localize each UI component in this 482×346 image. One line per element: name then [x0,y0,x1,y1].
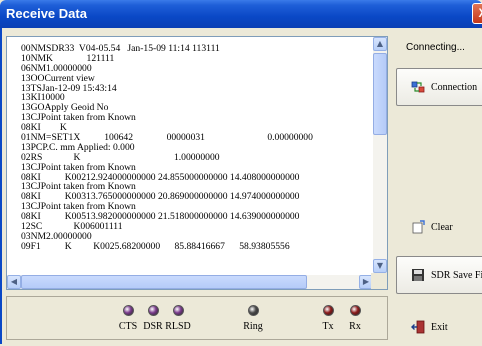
horizontal-scrollbar[interactable]: ◀ ▶ [7,275,373,289]
received-data-line: 09F1 K K0025.68200000 85.88416667 58.938… [21,241,290,252]
window-title: Receive Data [6,6,87,21]
exit-button-label: Exit [431,321,448,333]
tx-led-icon [323,305,334,316]
received-data-line: 06NM1.00000000 [21,63,92,74]
ring-label: Ring [243,321,263,332]
received-data-line: 13PCP.C. mm Applied: 0.000 [21,142,135,153]
received-data-line: 00NMSDR33 V04-05.54 Jan-15-09 11:14 1131… [21,44,220,54]
received-data-line: 10NMK 121111 [21,53,115,64]
close-button[interactable]: X [472,3,482,24]
save-file-button[interactable]: SDR Save File [396,256,482,294]
received-data-textbox[interactable]: 00NMSDR33 V04-05.54 Jan-15-09 11:14 1131… [6,36,388,290]
received-data-line: 13CJPoint taken from Known [21,182,136,193]
scroll-left-button[interactable]: ◀ [7,275,21,289]
received-data-lines: 00NMSDR33 V04-05.54 Jan-15-09 11:14 1131… [21,44,361,252]
save-file-button-label: SDR Save File [431,269,482,281]
horizontal-scroll-thumb[interactable] [21,275,307,289]
command-panel: Connecting... Connection Clear SDR Save … [392,28,482,344]
scroll-up-button[interactable]: ▲ [373,37,387,51]
received-data-line: 02RS K 1.00000000 [21,152,220,163]
scroll-down-button[interactable]: ▼ [373,259,387,273]
rlsd-led-icon [173,305,184,316]
rx-label: Rx [349,321,361,332]
window-body: 00NMSDR33 V04-05.54 Jan-15-09 11:14 1131… [0,28,482,344]
received-data-line: 08KI K00313.765000000000 20.869000000000… [21,192,300,203]
save-disk-icon [411,268,425,282]
title-bar: Receive Data X [0,0,482,28]
received-data-line: 12SC K006001111 [21,222,123,232]
received-data-line: 13OOCurrent view [21,73,95,84]
received-data-line: 01NM=SET1X 100642 00000031 0.00000000 [21,133,313,143]
connection-icon [411,80,425,94]
vertical-scroll-thumb[interactable] [373,53,387,135]
rlsd-label: RLSD [165,321,191,332]
exit-button[interactable]: Exit [396,308,482,346]
received-data-line: 13KI10000 [21,93,65,104]
received-data-line: 13GOApply Geoid No [21,103,109,114]
ring-led-icon [248,305,259,316]
scrollbar-corner [371,273,387,289]
connection-status: Connecting... [406,42,465,53]
received-data-line: 08KI K00513.982000000000 21.518000000000… [21,212,300,223]
received-data-line: 13TSJan-12-09 15:43:14 [21,83,117,94]
received-data-line: 13CJPoint taken from Known [21,113,136,124]
dsr-led-icon [148,305,159,316]
vertical-scrollbar[interactable]: ▲ ▼ [373,37,387,273]
clear-icon [411,220,425,234]
clear-button[interactable]: Clear [396,208,482,246]
received-data-line: 08KI K [21,123,67,134]
connection-button[interactable]: Connection [396,68,482,106]
received-data-line: 13CJPoint taken from Known [21,162,136,173]
received-data-line: 13CJPoint taken from Known [21,202,136,213]
connection-button-label: Connection [431,81,478,93]
received-data-line: 03NM2.00000000 [21,231,92,242]
signal-status-panel: CTS DSR RLSD Ring Tx Rx [6,296,388,340]
rx-led-icon [350,305,361,316]
received-data-line: 08KI K00212.924000000000 24.855000000000… [21,172,300,183]
exit-door-icon [411,320,425,334]
cts-led-icon [123,305,134,316]
clear-button-label: Clear [431,221,453,233]
